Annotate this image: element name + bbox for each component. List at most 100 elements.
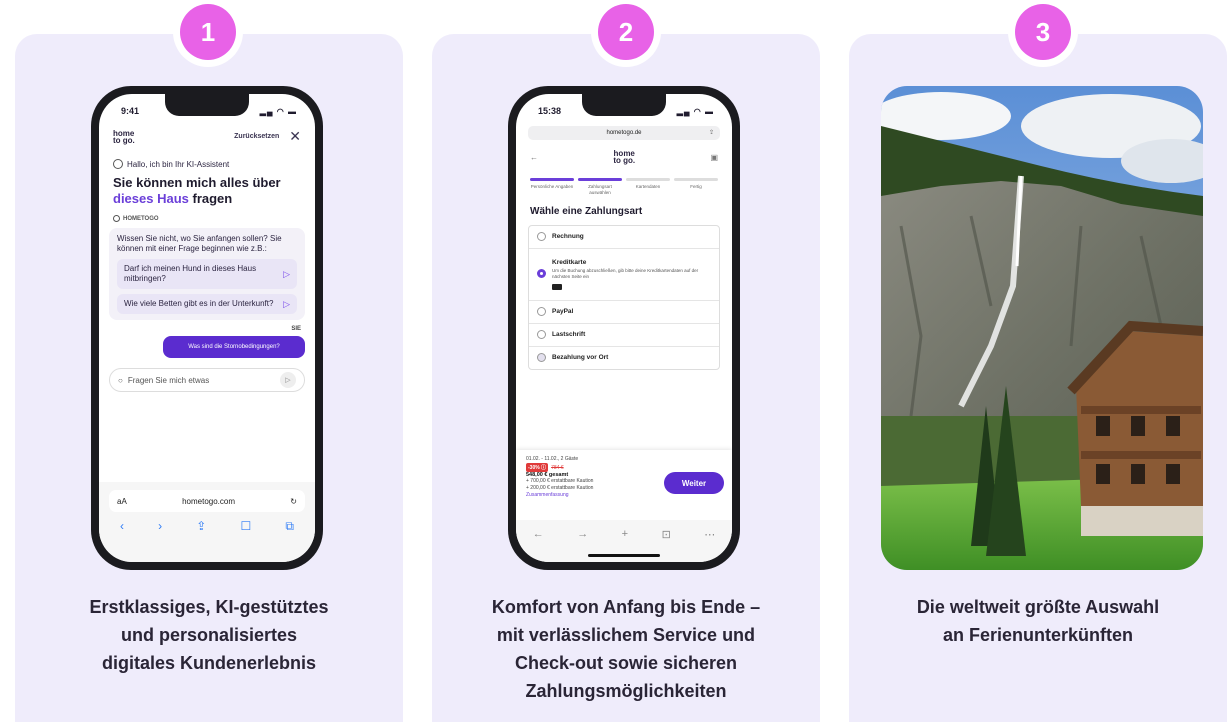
caption-3: Die weltweit größte Auswahl an Ferienunt… [849,593,1227,649]
suggestion-chip-2[interactable]: Wie viele Betten gibt es in der Unterkun… [117,294,297,314]
user-sender-label: SIE [291,326,301,332]
forward-icon[interactable]: → [577,528,588,540]
progress-bar [674,178,718,181]
reload-icon[interactable]: ↻ [290,497,297,506]
safari-toolbar: aA hometogo.com ↻ ‹ › ⇪ ☐ ⧉ [99,482,315,562]
progress-bar [578,178,622,181]
chat-header: home to go. Zurücksetzen ✕ [99,122,315,151]
progress-step-2: Zahlungsart auswählen [578,178,622,196]
new-tab-icon[interactable]: + [622,528,628,540]
chat-headline: Sie können mich alles über dieses Haus f… [99,173,315,207]
payment-option-kreditkarte[interactable]: Kreditkarte Um die Buchung abzuschließen… [529,249,719,301]
back-arrow-icon[interactable]: ← [530,153,538,162]
chat-input[interactable]: ○ Fragen Sie mich etwas ▷ [109,368,305,392]
holiday-home-photo [881,86,1203,570]
radio-button[interactable] [537,232,546,241]
headline-highlight: dieses Haus [113,191,189,206]
phone-mockup-checkout: 15:38 ▂▄ ◠ ▬ hometogo.de ⇪ ← home to go.… [508,86,740,570]
share-icon[interactable]: ⇪ [709,126,714,140]
safari-address-bar[interactable]: aA hometogo.com ↻ [109,490,305,512]
phone-screen: 9:41 ▂▄ ◠ ▬ home to go. Zurücksetzen ✕ H… [99,94,315,562]
alpine-chalet-landscape-image [881,86,1203,570]
progress-step-3: Kartendaten [626,178,670,196]
reset-button[interactable]: Zurücksetzen [234,133,279,140]
progress-step-label: Persönliche Angaben [530,184,574,189]
checkout-header: ← home to go. ▣ [516,144,732,170]
checkout-progress: Persönliche Angaben Zahlungsart auswähle… [516,170,732,196]
hometogo-logo: home to go. [113,129,135,145]
bot-sender-name: HOMETOGO [123,215,159,222]
payment-title: Wähle eine Zahlungsart [530,206,643,217]
progress-bar [530,178,574,181]
tabs-icon[interactable]: ⧉ [285,519,294,534]
share-icon[interactable]: ⇪ [196,519,206,534]
credit-card-icon [552,284,562,290]
browser-url-bar[interactable]: hometogo.de ⇪ [528,126,720,140]
close-icon[interactable]: ✕ [289,128,301,145]
send-arrow-icon: ▷ [283,269,290,279]
radio-button[interactable] [537,330,546,339]
suggestion-chip-1[interactable]: Darf ich meinen Hund in dieses Haus mitb… [117,259,297,289]
send-arrow-icon: ▷ [283,299,290,309]
search-icon: ○ [118,375,123,385]
radio-button[interactable] [537,353,546,362]
progress-step-1: Persönliche Angaben [530,178,574,196]
logo-line-2: to go. [113,135,135,145]
suggestion-text-2: Wie viele Betten gibt es in der Unterkun… [124,299,274,308]
user-message: Was sind die Stornobedingungen? [163,336,305,358]
suggestion-text-1: Darf ich meinen Hund in dieses Haus mitb… [124,264,257,283]
progress-bar [626,178,670,181]
step-badge-2: 2 [598,4,654,60]
chat-icon[interactable]: ▣ [710,153,718,162]
step-badge-1: 1 [180,4,236,60]
caption-2-line-4: Zahlungsmöglichkeiten [525,681,727,701]
radio-button[interactable] [537,307,546,316]
tabs-icon[interactable]: ⊡ [662,528,671,541]
old-price: 784 € [551,465,564,471]
bot-message: Wissen Sie nicht, wo Sie anfangen sollen… [109,228,305,320]
safari-url: hometogo.com [182,496,235,506]
caption-1-line-3: digitales Kundenerlebnis [101,653,317,673]
payment-option-label: Rechnung [552,233,584,240]
payment-option-vor-ort[interactable]: Bezahlung vor Ort [529,347,719,369]
payment-option-label: Bezahlung vor Ort [552,354,609,361]
payment-option-paypal[interactable]: PayPal [529,301,719,324]
bot-sender-label: HOMETOGO [99,207,315,226]
more-icon[interactable]: ⋯ [704,528,715,541]
chat-input-placeholder: Fragen Sie mich etwas [127,375,210,385]
browser-url: hometogo.de [606,130,642,136]
assistant-intro-text: Hallo, ich bin Ihr KI-Assistent [127,159,230,169]
forward-icon[interactable]: › [158,519,162,534]
back-icon[interactable]: ← [533,528,544,540]
caption-2-line-1: Komfort von Anfang bis Ende – [491,597,761,617]
status-time: 9:41 [121,106,140,116]
radio-button-selected[interactable] [537,269,546,278]
caption-2: Komfort von Anfang bis Ende – mit verläs… [432,593,820,705]
send-icon[interactable]: ▷ [280,372,296,388]
caption-3-line-1: Die weltweit größte Auswahl [916,597,1160,617]
payment-option-label: Kreditkarte [552,259,587,266]
bot-avatar-icon [113,215,120,222]
phone-notch [165,94,249,116]
bookmarks-icon[interactable]: ☐ [240,519,251,534]
booking-summary: 01.02. - 11.02., 2 Gäste -30% ⓘ 784 € 548… [516,450,732,520]
payment-option-rechnung[interactable]: Rechnung [529,226,719,249]
headline-part-1: Sie können mich alles über [113,175,281,190]
continue-button[interactable]: Weiter [664,472,724,494]
payment-option-label: PayPal [552,308,574,315]
caption-1: Erstklassiges, KI-gestütztes und persona… [15,593,403,677]
caption-1-line-2: und personalisiertes [120,625,298,645]
payment-option-desc: Um die Buchung abzuschließen, gib bitte … [552,268,699,279]
home-indicator [588,554,660,557]
price-row: -30% ⓘ 784 € [526,463,722,472]
back-icon[interactable]: ‹ [120,519,124,534]
payment-option-lastschrift[interactable]: Lastschrift [529,324,719,347]
text-size-button[interactable]: aA [117,497,127,506]
headline-part-2: fragen [192,191,233,206]
assistant-avatar-icon [113,159,123,169]
booking-dates: 01.02. - 11.02., 2 Gäste [526,456,579,462]
payment-option-label: Lastschrift [552,331,586,338]
progress-step-label: Zahlungsart auswählen [588,184,612,195]
phone-mockup-ai-assistant: 9:41 ▂▄ ◠ ▬ home to go. Zurücksetzen ✕ H… [91,86,323,570]
caption-1-line-1: Erstklassiges, KI-gestütztes [89,597,329,617]
